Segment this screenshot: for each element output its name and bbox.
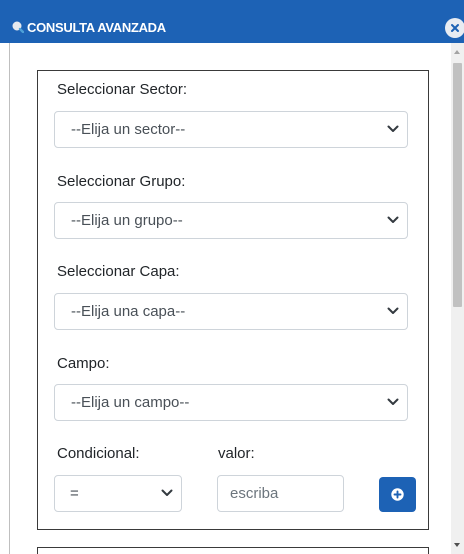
condicional-select-value: =	[70, 485, 79, 502]
chevron-down-icon	[387, 398, 399, 405]
results-panel	[37, 547, 429, 554]
add-condition-button[interactable]	[379, 477, 416, 512]
valor-label: valor:	[218, 445, 255, 462]
scroll-down-arrow-icon[interactable]	[454, 543, 460, 547]
scroll-up-arrow-icon[interactable]	[454, 50, 460, 54]
close-icon	[451, 24, 459, 32]
dialog-titlebar[interactable]: CONSULTA AVANZADA	[0, 0, 464, 43]
capa-label: Seleccionar Capa:	[57, 263, 180, 280]
advanced-query-dialog: CONSULTA AVANZADA Seleccionar Sector: --…	[0, 0, 464, 554]
capa-select-value: --Elija una capa--	[71, 303, 186, 320]
grupo-label: Seleccionar Grupo:	[57, 173, 186, 190]
campo-select[interactable]: --Elija un campo--	[54, 384, 408, 421]
chevron-down-icon	[161, 489, 173, 496]
close-button[interactable]	[445, 18, 464, 38]
campo-select-value: --Elija un campo--	[71, 394, 190, 411]
campo-label: Campo:	[57, 355, 110, 372]
sector-label: Seleccionar Sector:	[57, 81, 188, 98]
chevron-down-icon	[387, 307, 399, 314]
search-icon	[12, 21, 24, 33]
grupo-select-value: --Elija un grupo--	[71, 212, 183, 229]
sector-select[interactable]: --Elija un sector--	[54, 111, 408, 148]
chevron-down-icon	[387, 125, 399, 132]
chevron-down-icon	[387, 216, 399, 223]
scrollbar-thumb[interactable]	[453, 63, 462, 307]
vertical-scrollbar[interactable]	[451, 43, 464, 554]
grupo-select[interactable]: --Elija un grupo--	[54, 202, 408, 239]
valor-input[interactable]	[217, 475, 344, 512]
dialog-title: CONSULTA AVANZADA	[27, 20, 166, 35]
sector-select-value: --Elija un sector--	[71, 121, 186, 138]
condicional-label: Condicional:	[57, 445, 140, 462]
capa-select[interactable]: --Elija una capa--	[54, 293, 408, 330]
condicional-select[interactable]: =	[54, 475, 182, 512]
plus-circle-icon	[391, 488, 404, 501]
